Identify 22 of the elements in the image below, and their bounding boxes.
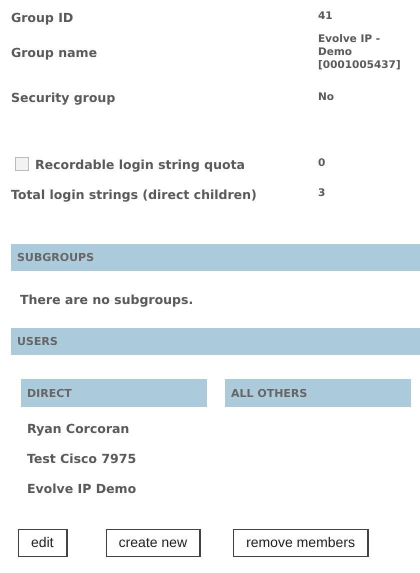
- user-name[interactable]: Evolve IP Demo: [27, 473, 420, 503]
- user-name[interactable]: Test Cisco 7975: [27, 443, 420, 473]
- action-button[interactable]: create new: [106, 529, 202, 557]
- field-label: Security group: [11, 90, 116, 105]
- field-value: 3: [318, 187, 326, 201]
- column-header: DIRECT: [21, 379, 207, 407]
- column-header: ALL OTHERS: [225, 379, 411, 407]
- action-button[interactable]: remove members: [233, 529, 369, 557]
- field-label: Total login strings (direct children): [11, 186, 258, 202]
- user-name[interactable]: Ryan Corcoran: [27, 413, 420, 443]
- field-label: Recordable login string quota: [35, 156, 245, 172]
- action-button[interactable]: edit: [18, 529, 68, 557]
- section-header: SUBGROUPS: [11, 244, 420, 271]
- field-value: 41: [318, 10, 333, 24]
- field-value: 0: [318, 157, 326, 171]
- checkbox[interactable]: [15, 157, 29, 171]
- field-value: No: [318, 90, 334, 104]
- section-header: USERS: [11, 328, 420, 355]
- field-value: Evolve IP - Demo [0001005437]: [318, 32, 401, 72]
- empty-message: There are no subgroups.: [19, 291, 194, 309]
- field-label: Group ID: [11, 10, 74, 24]
- field-label: Group name: [11, 45, 98, 60]
